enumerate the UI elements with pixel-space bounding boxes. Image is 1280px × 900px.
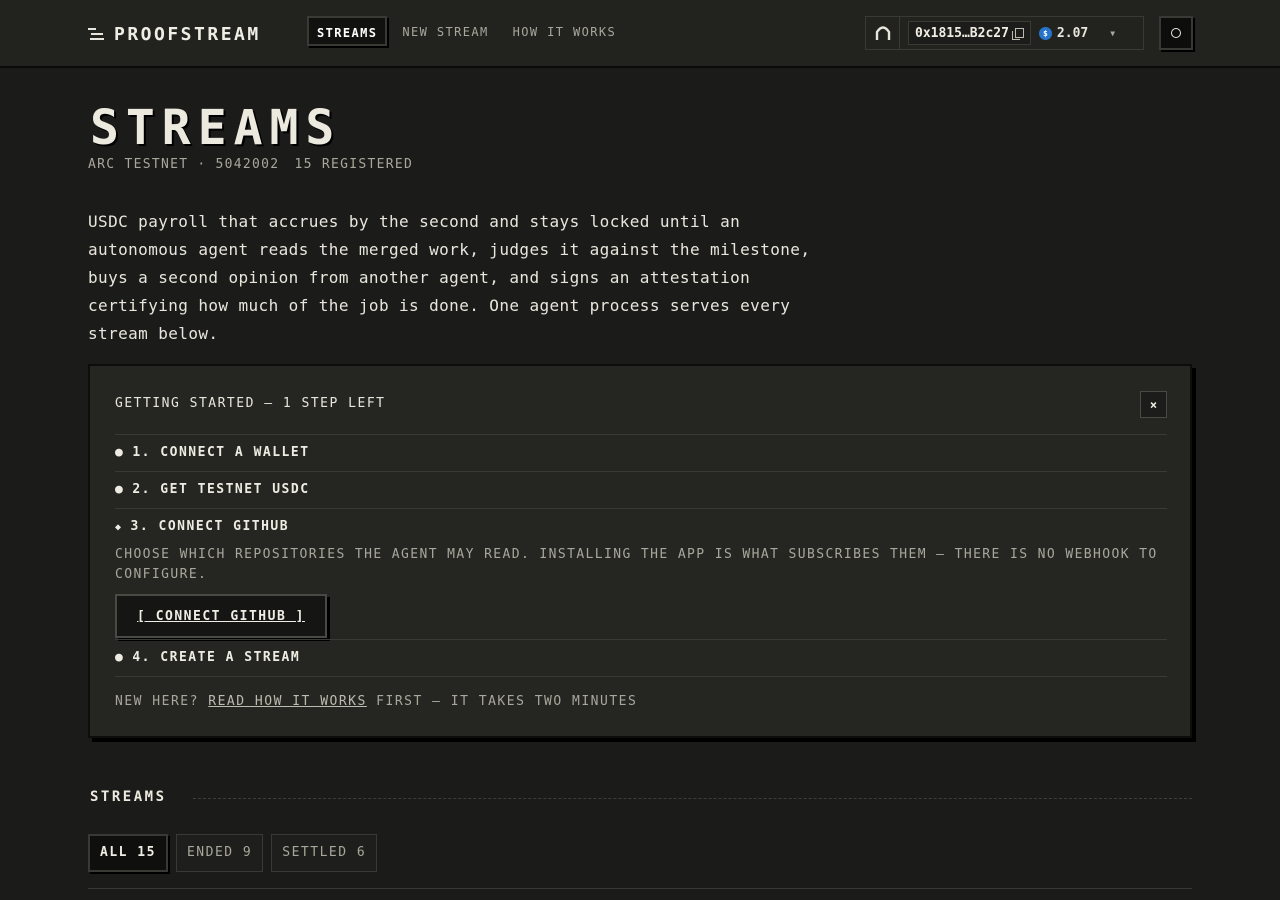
footer-prefix: NEW HERE? (115, 694, 199, 709)
network-meta: ARC TESTNET · 5042002 15 REGISTERED (88, 157, 413, 172)
filter-ended[interactable]: ENDED 9 (175, 834, 264, 872)
stream-filters: ALL 15 ENDED 9 SETTLED 6 (88, 834, 378, 872)
how-it-works-link[interactable]: READ HOW IT WORKS (208, 694, 367, 709)
main-nav: STREAMS NEW STREAM HOW IT WORKS (307, 16, 625, 46)
wallet-balance: $ 2.07 (1038, 25, 1089, 41)
footer-suffix: FIRST — IT TAKES TWO MINUTES (376, 694, 638, 709)
usdc-icon: $ (1038, 26, 1052, 40)
balance-value: 2.07 (1056, 25, 1089, 41)
close-button[interactable]: × (1140, 391, 1167, 418)
section-divider (193, 798, 1192, 799)
arc-logo-icon (866, 17, 900, 49)
filter-settled[interactable]: SETTLED 6 (271, 834, 378, 872)
network-name: ARC TESTNET (88, 157, 189, 172)
nav-how-it-works[interactable]: HOW IT WORKS (504, 16, 626, 46)
nav-new-stream[interactable]: NEW STREAM (393, 16, 497, 46)
nav-streams[interactable]: STREAMS (307, 16, 388, 46)
list-divider (88, 888, 1192, 889)
divider (115, 676, 1167, 677)
dot-icon: ● (115, 482, 125, 497)
step-create-stream[interactable]: ● 4. CREATE A STREAM (115, 639, 1167, 676)
step-label: 2. GET TESTNET USDC (132, 482, 310, 497)
chevron-down-icon[interactable]: ▼ (1110, 29, 1115, 38)
address-text: 0x1815…B2c27 (915, 25, 1009, 41)
step-description: CHOOSE WHICH REPOSITORIES THE AGENT MAY … (115, 547, 1158, 582)
step-label: 3. CONNECT GITHUB (130, 519, 290, 534)
step-label: 1. CONNECT A WALLET (132, 445, 310, 460)
circle-icon (1171, 28, 1181, 38)
diamond-icon: ◆ (115, 522, 123, 533)
section-title: STREAMS (90, 789, 167, 805)
page-title: STREAMS (90, 100, 342, 156)
meta-separator: · (197, 157, 207, 172)
brand-name: PROOFSTREAM (114, 23, 261, 45)
wallet-widget[interactable]: 0x1815…B2c27 $ 2.07 ▼ (865, 16, 1144, 50)
step-get-usdc[interactable]: ● 2. GET TESTNET USDC (115, 471, 1167, 508)
filter-all[interactable]: ALL 15 (88, 834, 168, 872)
copy-icon[interactable] (1011, 28, 1024, 40)
getting-started-panel: GETTING STARTED — 1 STEP LEFT × ● 1. CONN… (88, 364, 1192, 738)
step-connect-wallet[interactable]: ● 1. CONNECT A WALLET (115, 434, 1167, 471)
registered-count: 15 REGISTERED (294, 157, 414, 172)
getting-started-title: GETTING STARTED — 1 STEP LEFT (115, 396, 386, 411)
intro-text: USDC payroll that accrues by the second … (88, 212, 811, 343)
step-label: 4. CREATE A STREAM (132, 650, 301, 665)
top-bar: PROOFSTREAM STREAMS NEW STREAM HOW IT WO… (0, 0, 1280, 68)
wallet-address[interactable]: 0x1815…B2c27 (908, 21, 1031, 45)
brand[interactable]: PROOFSTREAM (88, 22, 261, 46)
dot-icon: ● (115, 650, 125, 665)
theme-toggle-button[interactable] (1159, 16, 1193, 50)
dot-icon: ● (115, 445, 125, 460)
chain-id: 5042002 (215, 157, 280, 172)
logo-icon (88, 26, 104, 42)
connect-github-button[interactable]: [ CONNECT GITHUB ] (115, 594, 327, 638)
panel-footer: NEW HERE? READ HOW IT WORKS FIRST — IT T… (115, 694, 637, 709)
